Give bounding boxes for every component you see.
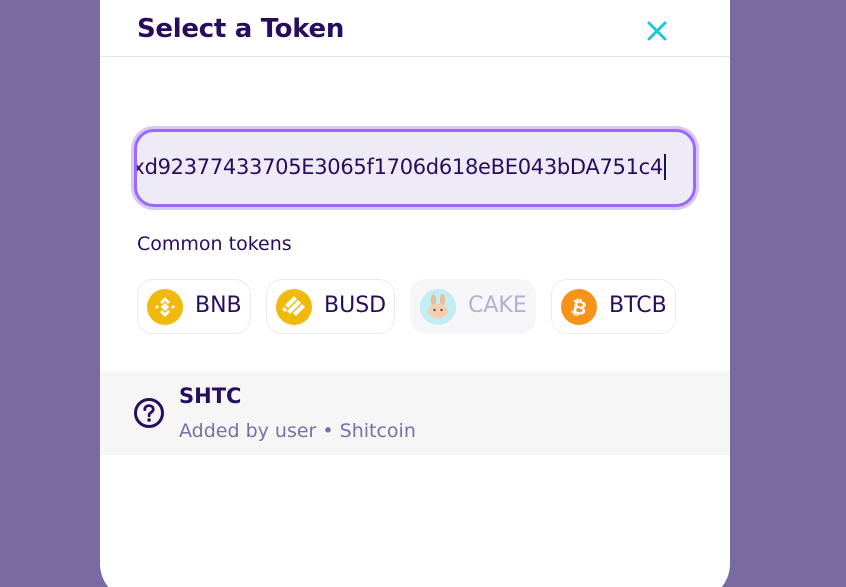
token-symbol-label: BTCB (609, 293, 667, 318)
search-input-value: 0xd92377433705E3065f1706d618eBE043bDA751… (134, 155, 663, 179)
select-token-modal: Select a Token 0xd92377433705E3065f1706d… (100, 0, 730, 587)
btcb-icon: ₿ (561, 289, 597, 325)
bnb-icon (147, 289, 183, 325)
text-caret (664, 154, 666, 180)
token-search-field[interactable]: 0xd92377433705E3065f1706d618eBE043bDA751… (134, 129, 696, 207)
cake-icon (420, 289, 456, 325)
token-symbol-label: BUSD (324, 293, 387, 318)
modal-title: Select a Token (137, 14, 345, 44)
common-token-busd[interactable]: BUSD (266, 279, 395, 334)
search-input[interactable]: 0xd92377433705E3065f1706d618eBE043bDA751… (134, 154, 666, 180)
busd-icon (276, 289, 312, 325)
common-tokens-label: Common tokens (137, 233, 292, 255)
token-list-item[interactable]: SHTC Added by user • Shitcoin (100, 371, 730, 455)
common-token-cake[interactable]: CAKE (410, 279, 536, 334)
token-symbol-label: CAKE (468, 293, 527, 318)
token-symbol: SHTC (179, 384, 242, 408)
common-token-btcb[interactable]: ₿ BTCB (551, 279, 676, 334)
close-button[interactable] (640, 14, 674, 48)
token-subtitle: Added by user • Shitcoin (179, 420, 416, 442)
token-symbol-label: BNB (195, 293, 242, 318)
modal-header: Select a Token (100, 0, 730, 57)
close-icon (647, 21, 667, 41)
question-circle-icon (134, 398, 164, 428)
common-token-bnb[interactable]: BNB (137, 279, 251, 334)
